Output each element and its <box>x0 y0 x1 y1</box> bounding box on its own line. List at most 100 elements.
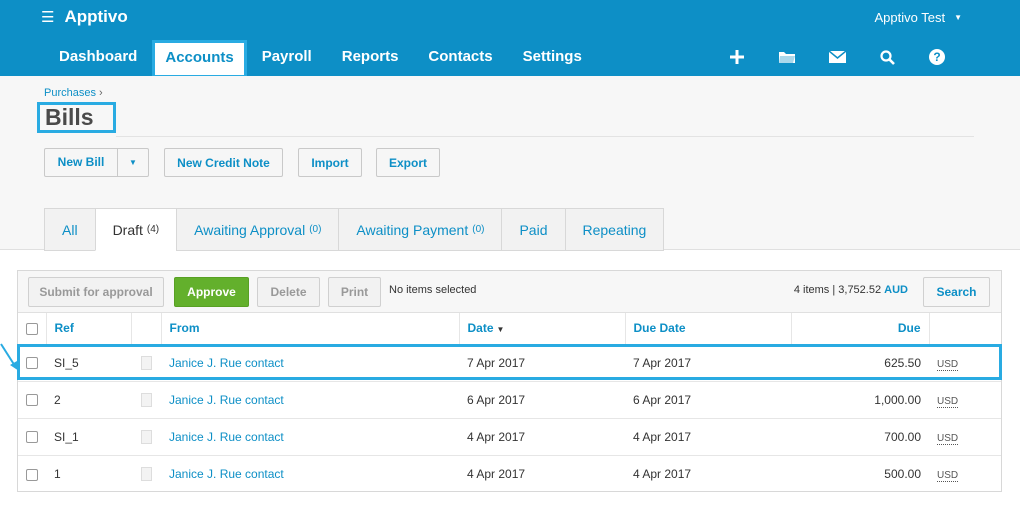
row-date: 7 Apr 2017 <box>459 344 625 382</box>
row-due-amount: 700.00 <box>791 418 929 456</box>
plus-icon[interactable] <box>712 44 762 70</box>
export-button[interactable]: Export <box>376 148 440 177</box>
row-doc-cell <box>131 381 161 419</box>
tab-paid-label: Paid <box>519 221 548 238</box>
nav-settings[interactable]: Settings <box>508 38 597 76</box>
header-date[interactable]: Date ▼ <box>459 313 626 345</box>
status-tabs: All Draft (4) Awaiting Approval (0) Awaiti… <box>44 208 665 251</box>
row-checkbox[interactable] <box>26 357 38 370</box>
account-name: Apptivo Test <box>874 10 946 25</box>
document-icon <box>140 355 152 370</box>
header-due-date[interactable]: Due Date <box>625 313 792 345</box>
title-divider <box>116 136 974 137</box>
row-ref: 2 <box>46 381 131 419</box>
new-bill-label[interactable]: New Bill <box>45 149 118 176</box>
import-button[interactable]: Import <box>298 148 362 177</box>
nav-reports[interactable]: Reports <box>327 38 414 76</box>
header-currency <box>929 313 1001 345</box>
nav-payroll[interactable]: Payroll <box>247 38 327 76</box>
tab-repeating-label: Repeating <box>582 221 647 238</box>
tab-draft-count: (4) <box>146 224 160 235</box>
row-from-link[interactable]: Janice J. Rue contact <box>169 356 284 370</box>
row-from-link[interactable]: Janice J. Rue contact <box>169 430 284 444</box>
nav-contacts[interactable]: Contacts <box>413 38 507 76</box>
row-checkbox[interactable] <box>26 431 38 444</box>
top-bar: ☰ Apptivo Apptivo Test ▼ Dashboard Accou… <box>0 0 1020 78</box>
page-title-box: Bills <box>37 102 116 133</box>
breadcrumb-separator: › <box>98 87 103 99</box>
tab-awaiting-payment-label: Awaiting Payment <box>356 221 469 238</box>
new-bill-button[interactable]: New Bill ▼ <box>44 148 149 177</box>
row-from-link[interactable]: Janice J. Rue contact <box>169 467 284 481</box>
tab-awaiting-approval[interactable]: Awaiting Approval (0) <box>176 208 339 251</box>
nav-accounts-label: Accounts <box>165 49 234 66</box>
selection-status: No items selected <box>389 284 477 296</box>
search-button[interactable]: Search <box>923 277 990 307</box>
breadcrumb-purchases[interactable]: Purchases <box>44 87 96 99</box>
account-menu[interactable]: Apptivo Test ▼ <box>874 10 962 25</box>
nav-accounts[interactable]: Accounts <box>152 40 247 78</box>
tab-draft[interactable]: Draft (4) <box>94 208 177 251</box>
row-doc-cell <box>131 455 161 492</box>
totals-currency: AUD <box>884 284 908 296</box>
table-row[interactable]: 1 Janice J. Rue contact 4 Apr 2017 4 Apr… <box>18 455 1001 492</box>
brand[interactable]: ☰ Apptivo <box>41 7 128 27</box>
header-date-label: Date <box>467 321 494 336</box>
row-doc-cell <box>131 344 161 382</box>
main-nav: Dashboard Accounts Payroll Reports Conta… <box>44 38 597 78</box>
new-credit-note-button[interactable]: New Credit Note <box>164 148 283 177</box>
submit-for-approval-button[interactable]: Submit for approval <box>28 277 164 307</box>
search-icon[interactable] <box>862 44 912 70</box>
tab-paid[interactable]: Paid <box>501 208 565 251</box>
row-checkbox[interactable] <box>26 468 38 481</box>
delete-button[interactable]: Delete <box>257 277 320 307</box>
totals-summary: 4 items | 3,752.52 AUD <box>794 284 908 296</box>
mail-icon[interactable] <box>812 44 862 70</box>
row-due-date: 7 Apr 2017 <box>625 344 791 382</box>
header-due[interactable]: Due <box>791 313 930 345</box>
table-header-row: Ref From Date ▼ Due Date Due <box>18 313 1001 345</box>
select-all-checkbox[interactable] <box>25 323 38 336</box>
document-icon <box>140 429 152 444</box>
header-actions: ? <box>712 44 962 70</box>
breadcrumb: Purchases › <box>44 87 103 99</box>
nav-dashboard[interactable]: Dashboard <box>44 38 152 76</box>
print-button[interactable]: Print <box>328 277 381 307</box>
table-row[interactable]: 2 Janice J. Rue contact 6 Apr 2017 6 Apr… <box>18 381 1001 419</box>
tab-awaiting-payment-count: (0) <box>472 224 485 235</box>
totals-text: 4 items | 3,752.52 <box>793 284 882 296</box>
chevron-down-icon[interactable]: ▼ <box>118 149 148 176</box>
row-from-cell: Janice J. Rue contact <box>161 455 459 492</box>
row-checkbox[interactable] <box>26 394 38 407</box>
tab-all[interactable]: All <box>44 208 95 251</box>
bills-panel: Submit for approval Approve Delete Print… <box>17 270 1002 492</box>
header-from[interactable]: From <box>161 313 460 345</box>
bills-toolbar: Submit for approval Approve Delete Print… <box>18 271 1001 313</box>
row-currency-cell: USD <box>929 418 1001 456</box>
tab-awaiting-payment[interactable]: Awaiting Payment (0) <box>338 208 502 251</box>
document-icon <box>140 467 152 482</box>
row-ref: SI_5 <box>46 344 131 382</box>
folder-icon[interactable] <box>762 44 812 70</box>
pointer-arrow-icon <box>0 343 19 371</box>
row-date: 4 Apr 2017 <box>467 466 526 481</box>
menu-list-icon[interactable]: ☰ <box>41 10 54 25</box>
table-row[interactable]: SI_1 Janice J. Rue contact 4 Apr 2017 4 … <box>18 418 1001 456</box>
table-row[interactable]: SI_5 Janice J. Rue contact 7 Apr 2017 7 … <box>18 344 1001 382</box>
header-ref[interactable]: Ref <box>46 313 132 345</box>
bills-table: Ref From Date ▼ Due Date Due SI_5 Janice … <box>18 313 1001 492</box>
row-currency: USD <box>937 395 959 408</box>
help-icon[interactable]: ? <box>912 44 962 70</box>
row-from-cell: Janice J. Rue contact <box>161 381 459 419</box>
row-select-cell <box>18 381 46 419</box>
row-select-cell <box>18 455 46 492</box>
row-from-link[interactable]: Janice J. Rue contact <box>169 393 284 407</box>
document-icon <box>140 392 152 407</box>
row-due-date: 4 Apr 2017 <box>625 418 791 456</box>
row-due-date: 6 Apr 2017 <box>625 381 791 419</box>
row-date: 6 Apr 2017 <box>459 381 625 419</box>
tab-repeating[interactable]: Repeating <box>564 208 665 251</box>
app-name: Apptivo <box>64 7 128 26</box>
approve-button[interactable]: Approve <box>174 277 249 307</box>
row-currency: USD <box>937 358 959 371</box>
